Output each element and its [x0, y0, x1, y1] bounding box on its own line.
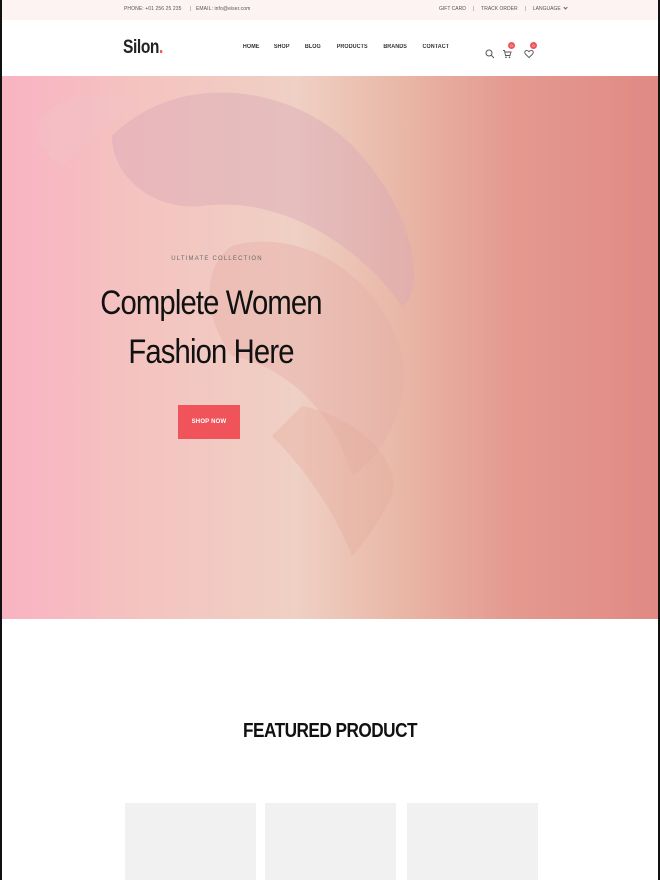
cart-button[interactable]: 0 — [502, 42, 515, 59]
hero-banner: ULTIMATE COLLECTION Complete Women Fashi… — [2, 76, 658, 619]
hero-title: Complete Women Fashion Here — [31, 279, 390, 377]
nav-contact[interactable]: CONTACT — [423, 44, 450, 50]
logo-text: Silon — [123, 37, 160, 58]
nav-products[interactable]: PRODUCTS — [336, 44, 367, 50]
window-border-left — [0, 0, 2, 880]
logo[interactable]: Silon. — [123, 37, 163, 59]
nav-shop[interactable]: SHOP — [274, 44, 290, 50]
wishlist-button[interactable]: 0 — [524, 42, 537, 59]
nav-home[interactable]: HOME — [243, 44, 260, 50]
divider: | — [189, 6, 191, 12]
nav-brands[interactable]: BRANDS — [383, 44, 407, 50]
featured-product-title: FEATURED PRODUCT — [243, 720, 417, 742]
heart-icon — [524, 49, 534, 59]
hero-title-line2: Fashion Here — [128, 333, 294, 371]
contact-info: PHONE: +01 256 25 235 | EMAIL: info@eise… — [124, 6, 250, 12]
cart-count-badge: 0 — [508, 42, 515, 49]
nav-blog[interactable]: BLOG — [305, 44, 321, 50]
track-order-link[interactable]: TRACK ORDER — [481, 6, 517, 12]
top-info-bar: PHONE: +01 256 25 235 | EMAIL: info@eise… — [0, 0, 660, 20]
header-actions: 0 0 — [485, 42, 545, 64]
product-card[interactable] — [125, 803, 256, 880]
logo-dot: . — [159, 37, 163, 58]
wishlist-count-badge: 0 — [530, 42, 537, 49]
divider: | — [524, 6, 526, 12]
hero-kicker: ULTIMATE COLLECTION — [171, 256, 263, 262]
email-text: EMAIL: info@eiser.com — [195, 6, 251, 12]
chevron-down-icon — [563, 5, 568, 10]
product-card[interactable] — [265, 803, 396, 880]
cart-icon — [503, 50, 512, 59]
search-icon[interactable] — [485, 46, 497, 59]
top-links: GIFT CARD | TRACK ORDER | LANGUAGE — [439, 5, 568, 12]
phone-text: PHONE: +01 256 25 235 — [124, 6, 182, 12]
shop-now-button[interactable]: SHOP NOW — [178, 405, 240, 439]
language-dropdown[interactable]: LANGUAGE — [532, 5, 568, 12]
language-label: LANGUAGE — [532, 6, 561, 12]
product-card[interactable] — [407, 803, 538, 880]
main-header: Silon. HOME SHOP BLOG PRODUCTS BRANDS CO… — [0, 20, 660, 76]
hero-title-line1: Complete Women — [100, 284, 322, 322]
gift-card-link[interactable]: GIFT CARD — [439, 6, 466, 12]
main-nav: HOME SHOP BLOG PRODUCTS BRANDS CONTACT — [242, 44, 464, 50]
divider: | — [472, 6, 475, 12]
